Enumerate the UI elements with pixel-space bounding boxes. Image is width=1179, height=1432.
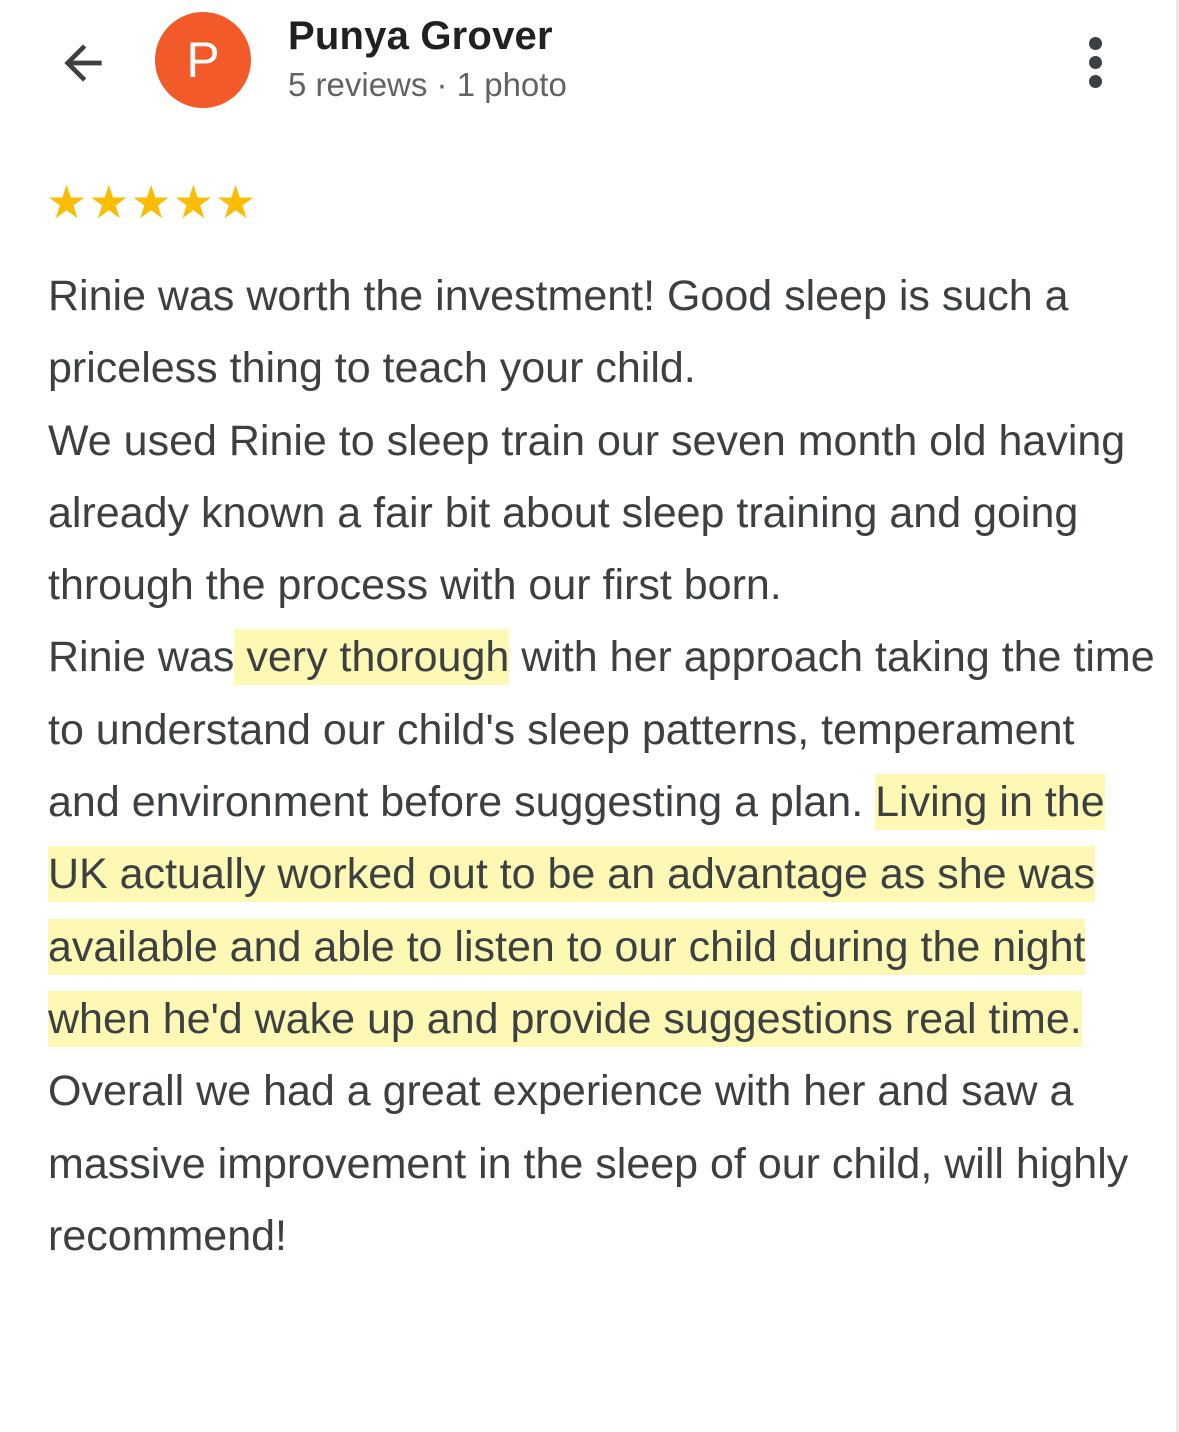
star-rating: ★ ★ ★ ★ ★ (46, 178, 256, 226)
back-button[interactable] (50, 30, 116, 96)
avatar-letter: P (186, 32, 220, 88)
more-vertical-icon (1088, 36, 1102, 50)
review-text-segment: Rinie was (48, 633, 235, 682)
author-meta: 5 reviews · 1 photo (288, 66, 567, 103)
star-icon: ★ (130, 175, 172, 229)
review-paragraph: Rinie was worth the investment! Good sle… (48, 272, 1069, 393)
arrow-left-icon (64, 44, 102, 82)
review-header: P Punya Grover 5 reviews · 1 photo (0, 0, 1179, 140)
more-vertical-icon (1088, 74, 1102, 88)
review-paragraph: Overall we had a great experience with h… (48, 1067, 1129, 1260)
star-icon: ★ (172, 175, 214, 229)
review-paragraph: Rinie was very thorough with her approac… (48, 621, 1158, 1055)
star-icon: ★ (88, 175, 130, 229)
star-icon: ★ (46, 175, 88, 229)
review-text: Rinie was worth the investment! Good sle… (48, 260, 1158, 1272)
highlighted-text: very thorough (234, 629, 510, 686)
avatar[interactable]: P (155, 12, 251, 108)
review-paragraph: We used Rinie to sleep train our seven m… (48, 416, 1126, 610)
author-name[interactable]: Punya Grover (288, 14, 553, 59)
more-options-button[interactable] (1070, 30, 1120, 94)
more-vertical-icon (1088, 55, 1102, 69)
star-icon: ★ (215, 175, 257, 229)
